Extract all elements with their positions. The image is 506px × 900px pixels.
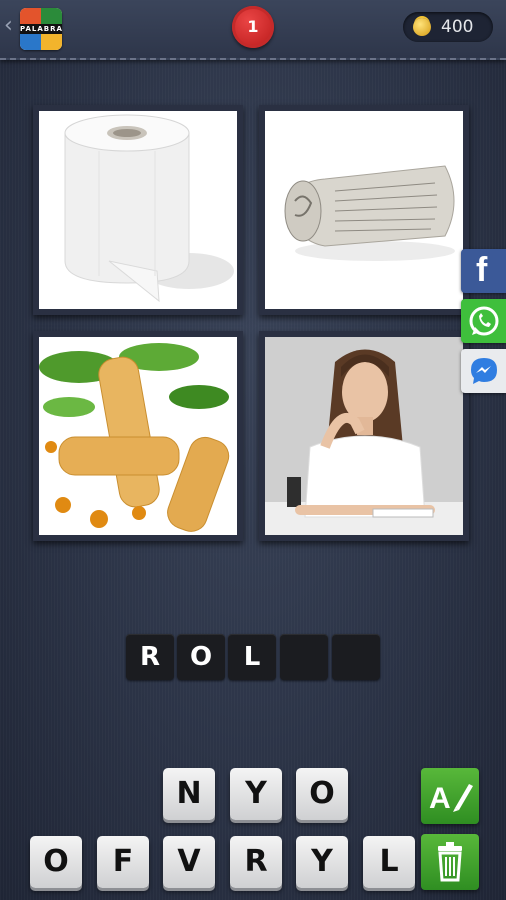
- newspaper-icon: [265, 111, 463, 309]
- letter-key[interactable]: Y: [230, 768, 282, 820]
- remove-letters-button[interactable]: [421, 834, 479, 890]
- level-badge: 1: [232, 6, 274, 48]
- letter-key[interactable]: O: [296, 768, 348, 820]
- woman-icon: [265, 337, 463, 535]
- coin-count: 400: [441, 17, 474, 37]
- back-chevron-icon[interactable]: ‹: [4, 12, 13, 40]
- facebook-share-button[interactable]: f: [461, 249, 506, 293]
- reveal-letter-button[interactable]: A: [421, 768, 479, 824]
- letter-key[interactable]: N: [163, 768, 215, 820]
- answer-slot[interactable]: [280, 634, 328, 680]
- trash-icon: [438, 842, 462, 882]
- picture-toilet-paper[interactable]: [33, 105, 243, 315]
- coin-counter[interactable]: 400: [403, 12, 493, 42]
- letter-key[interactable]: Y: [296, 836, 348, 888]
- answer-slot[interactable]: R: [126, 634, 174, 680]
- letter-key[interactable]: V: [163, 836, 215, 888]
- letter-key[interactable]: F: [97, 836, 149, 888]
- spring-rolls-icon: [39, 337, 237, 535]
- toilet-paper-icon: [39, 111, 237, 309]
- app-logo-text: PALABRA: [20, 24, 62, 34]
- svg-text:A: A: [429, 782, 451, 815]
- answer-slot[interactable]: O: [177, 634, 225, 680]
- picture-newspaper[interactable]: [259, 105, 469, 315]
- reveal-letter-icon: A: [429, 782, 473, 815]
- letter-key[interactable]: L: [363, 836, 415, 888]
- answer-slot[interactable]: [332, 634, 380, 680]
- whatsapp-icon: [469, 306, 499, 336]
- picture-spring-rolls[interactable]: [33, 331, 243, 541]
- messenger-icon: [471, 358, 497, 384]
- picture-bored-woman[interactable]: [259, 331, 469, 541]
- app-logo[interactable]: PALABRA: [20, 8, 62, 50]
- top-bar: ‹ PALABRA 1 400: [0, 0, 506, 60]
- facebook-icon: f: [476, 251, 488, 289]
- letter-key[interactable]: R: [230, 836, 282, 888]
- whatsapp-share-button[interactable]: [461, 299, 506, 343]
- coins-icon: [413, 18, 431, 36]
- answer-slot[interactable]: L: [228, 634, 276, 680]
- messenger-share-button[interactable]: [461, 349, 506, 393]
- letter-key[interactable]: O: [30, 836, 82, 888]
